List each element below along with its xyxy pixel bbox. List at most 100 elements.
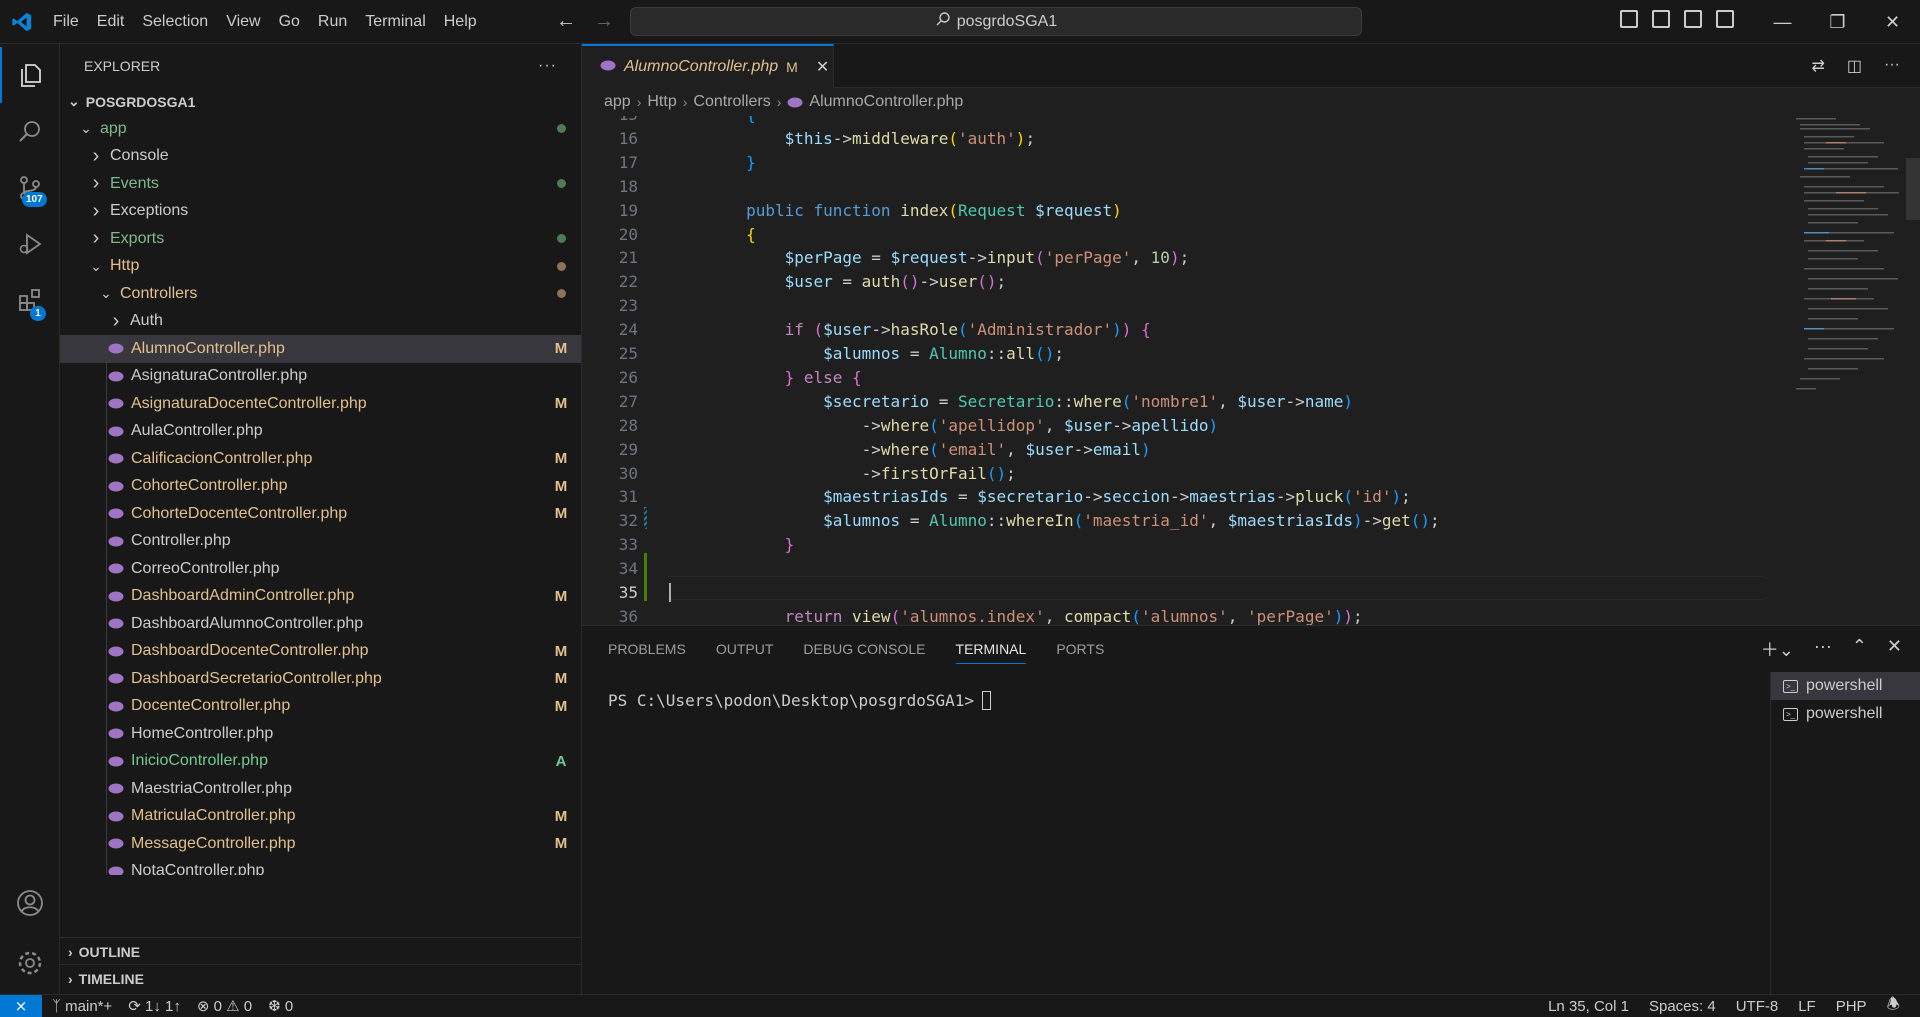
search-icon — [935, 11, 951, 32]
panel-more-icon[interactable]: ··· — [1814, 636, 1832, 662]
file-item[interactable]: MaestriaController.php — [60, 775, 581, 803]
file-item[interactable]: CalificacionController.php M — [60, 445, 581, 473]
editor-scrollbar[interactable] — [1906, 158, 1920, 220]
menu-help[interactable]: Help — [435, 0, 486, 44]
tab-terminal[interactable]: TERMINAL — [955, 641, 1027, 664]
folder-item[interactable]: › Exceptions — [60, 198, 581, 226]
folder-item[interactable]: › Auth — [60, 308, 581, 336]
remote-indicator-icon[interactable]: ⨯ — [0, 994, 42, 1017]
timeline-section[interactable]: › TIMELINE — [60, 964, 581, 992]
end-of-line[interactable]: LF — [1798, 998, 1816, 1015]
code-token: email — [1092, 439, 1142, 459]
folder-item[interactable]: › Events — [60, 170, 581, 198]
file-item[interactable]: DashboardAlumnoController.php — [60, 610, 581, 638]
file-item[interactable]: DocenteController.php M — [60, 693, 581, 721]
restore-icon[interactable]: ❐ — [1810, 0, 1865, 44]
file-item[interactable]: Controller.php — [60, 528, 581, 556]
breadcrumb-item[interactable]: AlumnoController.php — [809, 93, 963, 111]
explorer-more-actions-icon[interactable]: ··· — [538, 57, 557, 75]
file-item[interactable]: DashboardAdminController.php M — [60, 583, 581, 611]
file-item[interactable]: AlumnoController.php M — [60, 335, 581, 363]
file-item[interactable]: AsignaturaDocenteController.php M — [60, 390, 581, 418]
customize-layout-icon[interactable] — [1716, 10, 1734, 28]
folder-item[interactable]: ⌄ app — [60, 115, 581, 143]
back-arrow-icon[interactable]: ← — [556, 10, 576, 33]
minimize-icon[interactable]: — — [1755, 0, 1810, 44]
breadcrumb-item[interactable]: Controllers — [693, 93, 770, 111]
open-changes-icon[interactable]: ⇄ — [1811, 56, 1824, 76]
forward-arrow-icon[interactable]: → — [594, 10, 614, 33]
branch-indicator[interactable]: ᛉ main*+ — [52, 998, 112, 1015]
accounts-icon[interactable] — [0, 875, 60, 931]
folder-item[interactable]: ⌄ Controllers — [60, 280, 581, 308]
search-activity-icon[interactable] — [0, 104, 60, 160]
code-token: ( — [948, 128, 958, 148]
indentation[interactable]: Spaces: 4 — [1649, 998, 1716, 1015]
encoding[interactable]: UTF-8 — [1736, 998, 1779, 1015]
tab-debug-console[interactable]: DEBUG CONSOLE — [803, 641, 925, 657]
code-text: ->where('email', $user->email) — [669, 438, 1151, 462]
source-control-icon[interactable]: 107 — [0, 160, 60, 216]
tab-output[interactable]: OUTPUT — [716, 641, 774, 657]
close-tab-icon[interactable]: ✕ — [816, 57, 829, 77]
terminal-instance[interactable]: >_ powershell — [1771, 672, 1920, 700]
file-item[interactable]: AsignaturaController.php — [60, 363, 581, 391]
command-center-search[interactable]: posgrdoSGA1 — [630, 7, 1362, 36]
file-item[interactable]: CohorteDocenteController.php M — [60, 500, 581, 528]
split-editor-icon[interactable]: ◫ — [1847, 56, 1862, 76]
file-item[interactable]: DashboardSecretarioController.php M — [60, 665, 581, 693]
tab-problems[interactable]: PROBLEMS — [608, 641, 686, 657]
extensions-icon[interactable]: 1 — [0, 272, 60, 328]
breadcrumb-item[interactable]: Http — [647, 93, 676, 111]
toggle-panel-icon[interactable] — [1652, 10, 1670, 28]
tab-ports[interactable]: PORTS — [1056, 641, 1104, 657]
tab-alumno-controller[interactable]: AlumnoController.php M ✕ — [582, 44, 834, 88]
menu-terminal[interactable]: Terminal — [356, 0, 434, 44]
toggle-primary-sidebar-icon[interactable] — [1620, 10, 1638, 28]
maximize-panel-icon[interactable]: ⌃ — [1852, 636, 1867, 662]
file-item[interactable]: NotaController.php — [60, 858, 581, 875]
toggle-secondary-sidebar-icon[interactable] — [1684, 10, 1702, 28]
ports-indicator[interactable]: ❆ 0 — [268, 997, 293, 1015]
menu-run[interactable]: Run — [309, 0, 356, 44]
code-token: ( — [1343, 487, 1353, 507]
menu-selection[interactable]: Selection — [133, 0, 217, 44]
sync-indicator[interactable]: ⟳ 1↓ 1↑ — [128, 997, 181, 1015]
close-window-icon[interactable]: ✕ — [1865, 0, 1920, 44]
terminal-output[interactable]: PS C:\Users\podon\Desktop\posgrdoSGA1> — [608, 691, 992, 710]
minimap[interactable] — [1786, 116, 1906, 625]
terminal-instance[interactable]: >_ powershell — [1771, 700, 1920, 728]
folder-item[interactable]: › Console — [60, 143, 581, 171]
file-item[interactable]: InicioController.php A — [60, 748, 581, 776]
file-item[interactable]: CorreoController.php — [60, 555, 581, 583]
problems-indicator[interactable]: ⊗ 0 ⚠ 0 — [197, 997, 252, 1015]
more-actions-icon[interactable]: ··· — [1884, 56, 1900, 76]
folder-item[interactable]: › Exports — [60, 225, 581, 253]
file-item[interactable]: DashboardDocenteController.php M — [60, 638, 581, 666]
file-item[interactable]: AulaController.php — [60, 418, 581, 446]
file-item[interactable]: MessageController.php M — [60, 830, 581, 858]
folder-item[interactable]: ⌄ Http — [60, 253, 581, 281]
cursor-position[interactable]: Ln 35, Col 1 — [1548, 998, 1629, 1015]
run-debug-icon[interactable] — [0, 216, 60, 272]
workspace-root[interactable]: ⌄ POSGRDOSGA1 — [60, 88, 581, 115]
close-panel-icon[interactable]: ✕ — [1887, 636, 1902, 662]
file-item[interactable]: CohorteController.php M — [60, 473, 581, 501]
language-mode[interactable]: PHP — [1836, 998, 1867, 1015]
notifications-bell-icon[interactable]: 🕭 — [1887, 994, 1900, 1017]
code-editor[interactable]: 15 {16 $this->middleware('auth');17 }181… — [582, 116, 1920, 625]
file-item[interactable]: HomeController.php — [60, 720, 581, 748]
line-number: 22 — [618, 272, 638, 292]
code-token: ; — [1054, 344, 1064, 363]
outline-section[interactable]: › OUTLINE — [60, 937, 581, 965]
settings-gear-icon[interactable] — [0, 935, 60, 991]
menu-go[interactable]: Go — [270, 0, 309, 44]
menu-edit[interactable]: Edit — [88, 0, 134, 44]
php-elephant-icon — [600, 58, 616, 76]
breadcrumb-item[interactable]: app — [604, 93, 631, 111]
new-terminal-icon[interactable]: ＋⌄ — [1761, 636, 1794, 662]
menu-file[interactable]: File — [44, 0, 88, 44]
menu-view[interactable]: View — [217, 0, 269, 44]
explorer-icon[interactable] — [0, 47, 60, 103]
file-item[interactable]: MatriculaController.php M — [60, 803, 581, 831]
